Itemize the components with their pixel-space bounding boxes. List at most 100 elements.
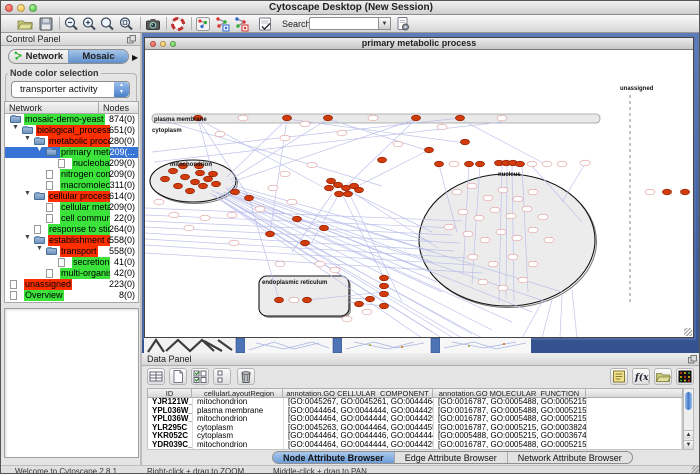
network-window-titlebar[interactable]: primary metabolic process <box>145 38 693 50</box>
tree-row-overview[interactable]: Overview8(0) <box>5 290 138 301</box>
expand-arrow-icon[interactable]: ▼ <box>24 234 31 241</box>
select-attributes-icon[interactable] <box>191 368 209 385</box>
tree-row-establishment-of-lo[interactable]: ▼establishment of lo558(0) <box>5 235 138 246</box>
expand-arrow-icon[interactable]: ▼ <box>36 245 43 252</box>
scroll-up-icon[interactable]: ▲ <box>684 430 693 439</box>
tree-row-label: mosaic-demo-yeast <box>24 114 105 125</box>
tab-network[interactable]: Network <box>9 50 68 63</box>
network-canvas[interactable]: plasma membranecytoplasmmitochondrionnuc… <box>145 50 693 337</box>
tree-row-secretion[interactable]: secretion41(0) <box>5 257 138 268</box>
tree-row-node-count: 558(0) <box>109 246 135 257</box>
tree-column-network[interactable]: Network <box>4 101 99 114</box>
main-toolbar: Search: ▼ <box>1 15 700 33</box>
control-panel-title: Control Panel <box>6 34 61 44</box>
svg-text:mitochondrion: mitochondrion <box>170 162 212 168</box>
import-attributes-icon[interactable] <box>654 368 672 385</box>
expand-arrow-icon[interactable]: ▼ <box>12 124 19 131</box>
table-row[interactable]: YPL036W__2plasma membrane[GO:0044464, GO… <box>148 407 682 416</box>
manage-networks-icon[interactable] <box>214 16 230 32</box>
attribute-matrix-icon[interactable] <box>147 368 165 385</box>
search-dropdown-arrow[interactable]: ▼ <box>379 17 391 30</box>
node-color-select[interactable]: transporter activity ▲▼ <box>11 81 130 98</box>
tree-row-unassigned[interactable]: unassigned223(0) <box>5 279 138 290</box>
expand-arrow-icon[interactable]: ▼ <box>36 146 43 153</box>
advanced-search-icon[interactable] <box>395 16 411 32</box>
tree-row-nitrogen-compo[interactable]: nitrogen compo209(0) <box>5 169 138 180</box>
expand-arrow-icon[interactable]: ▼ <box>24 190 31 197</box>
app-resize-grip[interactable] <box>692 466 700 474</box>
table-row[interactable]: YLR295Ccytoplasm[GO:0045263, GO:0044464,… <box>148 424 682 433</box>
notes-icon[interactable] <box>610 368 628 385</box>
table-row[interactable]: YPL036W__1mitochondrion[GO:0044464, GO:0… <box>148 415 682 424</box>
save-icon[interactable] <box>38 16 54 32</box>
tab-mosaic[interactable]: Mosaic <box>68 50 128 63</box>
tree-row-cell-communicat[interactable]: cell communicat22(0) <box>5 213 138 224</box>
tree-row-transport[interactable]: ▼transport558(0) <box>5 246 138 257</box>
tree-row-nucleobase-[interactable]: nucleobase-209(0) <box>5 158 138 169</box>
table-row[interactable]: YKR052Ccytoplasm[GO:0044464, GO:0044446,… <box>148 432 682 441</box>
tree-column-nodes[interactable]: Nodes <box>99 101 139 114</box>
tree-row-metabolic-process[interactable]: ▼metabolic process280(0) <box>5 136 138 147</box>
tab-edge-attribute-browser[interactable]: Edge Attribute Browser <box>394 452 507 463</box>
scrollbar-thumb[interactable] <box>685 392 692 410</box>
tab-overflow-arrow-icon[interactable]: ▶ <box>132 53 138 62</box>
status-zoom-hint: Right-click + drag to ZOOM <box>147 467 244 474</box>
status-bar: Welcome to Cytoscape 2.8.1 Right-click +… <box>1 465 700 474</box>
table-cell: [GO:0016787, GO:0005488, GO:0005215, G..… <box>434 441 587 450</box>
birds-eye-view[interactable] <box>4 308 139 458</box>
tree-row-node-count: 209(0) <box>109 169 135 180</box>
column-header-molecular-function[interactable]: annotation.GO MOLECULAR_FUNCTION <box>433 388 586 398</box>
table-row[interactable]: YJR121W__1mitochondrion[GO:0045267, GO:0… <box>148 398 682 407</box>
network-overlay-icon[interactable] <box>233 16 249 32</box>
zoom-out-icon[interactable] <box>63 16 79 32</box>
title-bar[interactable]: Cytoscape Desktop (New Session) <box>1 1 700 15</box>
search-input[interactable] <box>309 17 379 30</box>
folder-icon <box>34 237 45 244</box>
heatmap-icon[interactable] <box>676 368 694 385</box>
zoom-in-icon[interactable] <box>81 16 97 32</box>
tree-row-label: biological_process <box>36 125 110 136</box>
delete-attribute-icon[interactable] <box>237 368 255 385</box>
vizmapper-icon[interactable] <box>195 16 211 32</box>
tab-node-attribute-browser[interactable]: Node Attribute Browser <box>273 452 394 463</box>
network-window-title: primary metabolic process <box>145 38 693 48</box>
window-resize-grip[interactable] <box>684 328 692 336</box>
combo-stepper-icon[interactable]: ▲▼ <box>114 82 129 97</box>
folder-icon <box>10 116 21 123</box>
column-header-region[interactable]: _cellularLayoutRegion <box>192 388 283 398</box>
open-file-icon[interactable] <box>17 16 33 32</box>
tree-row-multi-organism-pro[interactable]: multi-organism pro 42(0) <box>5 268 138 279</box>
data-panel: Data Panel f(x) ID _cellularLayoutRegion… <box>142 353 700 465</box>
tree-row-label: nitrogen compo <box>60 169 110 180</box>
svg-text:endoplasmic reticulum: endoplasmic reticulum <box>262 280 327 286</box>
tree-row-label: multi-organism pro <box>60 268 110 279</box>
data-table-scrollbar[interactable]: ▲ ▼ <box>683 388 694 450</box>
table-cell: [GO:0005488, GO:0005215, GO:0003674] <box>434 432 587 441</box>
new-attribute-icon[interactable] <box>169 368 187 385</box>
unselect-attributes-icon[interactable] <box>213 368 231 385</box>
tab-network-attribute-browser[interactable]: Network Attribute Browser <box>507 452 632 463</box>
annotation-icon[interactable] <box>257 16 273 32</box>
tree-row-node-count: 42(0) <box>114 268 135 279</box>
network-view-window[interactable]: primary metabolic process plasma membran… <box>144 37 694 338</box>
background-windows-strip[interactable] <box>144 338 694 353</box>
help-icon[interactable] <box>170 16 186 32</box>
float-panel-icon[interactable] <box>127 35 136 44</box>
tree-row-node-count: 280(0) <box>109 136 135 147</box>
tree-row-cellular-process[interactable]: ▼cellular process614(0) <box>5 191 138 202</box>
table-row[interactable]: YDR039C__1mitochondrion[GO:0044464, GO:0… <box>148 441 682 450</box>
column-header-cellular-component[interactable]: annotation.GO CELLULAR_COMPONENT <box>283 388 433 398</box>
network-graph[interactable]: plasma membranecytoplasmmitochondrionnuc… <box>145 50 693 337</box>
tree-row-cellular-metabo[interactable]: cellular metabo209(0) <box>5 202 138 213</box>
tree-row-primary-metabo[interactable]: ▼primary metabo209(... <box>5 147 138 158</box>
zoom-fit-icon[interactable] <box>99 16 115 32</box>
table-cell: YDR039C__1 <box>148 441 193 450</box>
snapshot-icon[interactable] <box>145 16 161 32</box>
float-panel-icon[interactable] <box>688 355 697 364</box>
scroll-down-icon[interactable]: ▼ <box>684 440 693 449</box>
column-header-id[interactable]: ID <box>147 388 192 398</box>
expand-arrow-icon[interactable]: ▼ <box>24 135 31 142</box>
zoom-selected-icon[interactable] <box>118 16 134 32</box>
formula-builder-icon[interactable]: f(x) <box>632 368 650 385</box>
tree-row-mosaic-demo-yeast[interactable]: mosaic-demo-yeast874(0) <box>5 114 138 125</box>
